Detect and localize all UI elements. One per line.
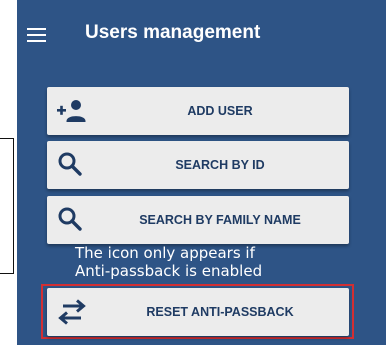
annotation-line-1: The icon only appears if	[75, 244, 255, 262]
annotation-note: The icon only appears if Anti-passback i…	[75, 244, 262, 280]
search-by-family-name-button[interactable]: SEARCH BY FAMILY NAME	[47, 196, 349, 244]
add-user-label: ADD USER	[187, 104, 253, 118]
top-bar: Users management	[17, 0, 386, 68]
page-title: Users management	[85, 22, 261, 43]
screenshot-stage: Users management ADD USER SEARCH BY ID S…	[0, 0, 386, 345]
search-by-id-button[interactable]: SEARCH BY ID	[47, 141, 349, 189]
annotation-frame	[0, 138, 14, 274]
reset-anti-passback-button[interactable]: RESET ANTI-PASSBACK	[47, 288, 349, 336]
add-user-icon	[57, 97, 87, 125]
reset-anti-passback-label: RESET ANTI-PASSBACK	[146, 305, 294, 319]
annotation-line-2: Anti-passback is enabled	[75, 262, 263, 280]
add-user-button[interactable]: ADD USER	[47, 87, 349, 135]
search-icon	[57, 151, 87, 179]
search-icon	[57, 206, 87, 234]
search-by-id-label: SEARCH BY ID	[175, 158, 265, 172]
hamburger-menu-icon[interactable]	[27, 28, 46, 42]
users-management-panel: Users management ADD USER SEARCH BY ID S…	[17, 0, 386, 345]
search-by-family-name-label: SEARCH BY FAMILY NAME	[139, 213, 301, 227]
swap-arrows-icon	[57, 298, 87, 326]
